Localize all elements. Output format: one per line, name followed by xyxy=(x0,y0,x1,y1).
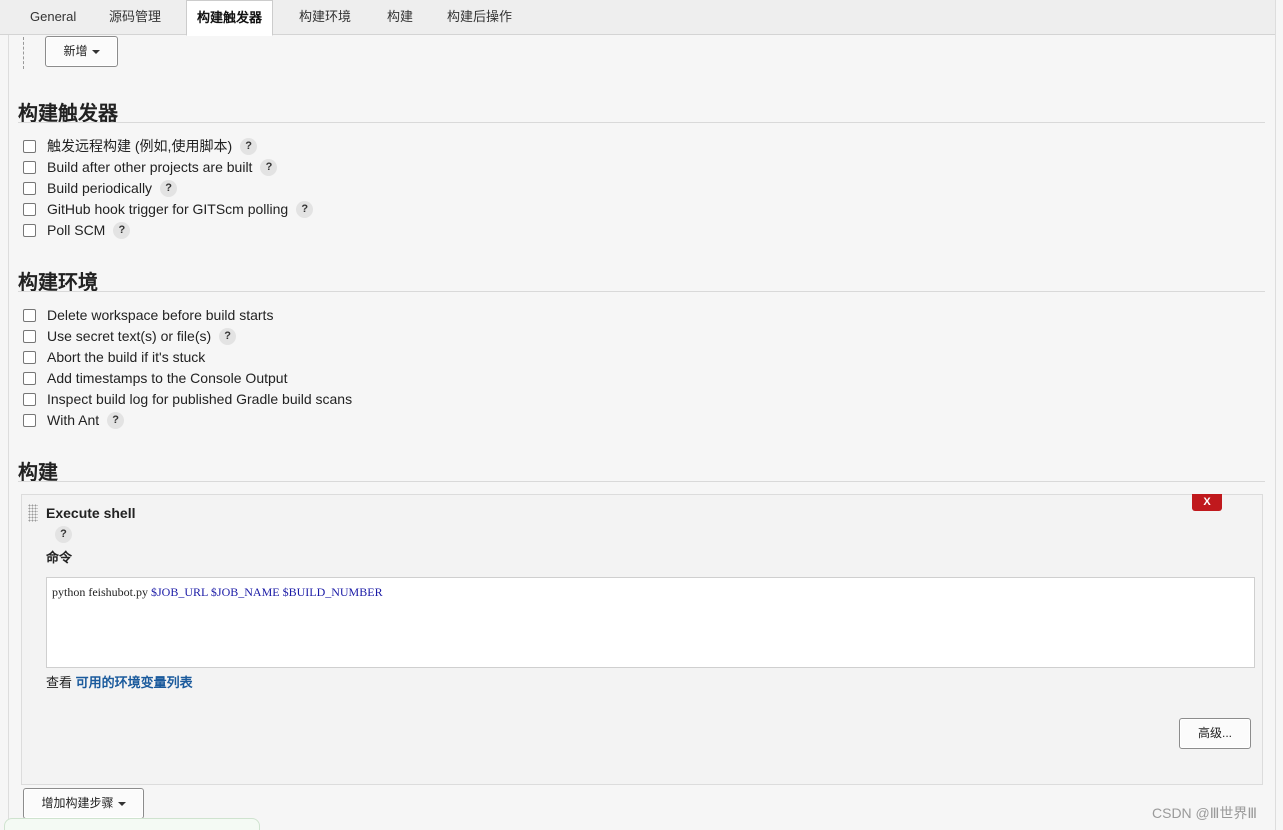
checkbox[interactable] xyxy=(23,181,36,195)
env-vars-prefix: 查看 xyxy=(46,675,76,690)
command-variables: $JOB_URL $JOB_NAME $BUILD_NUMBER xyxy=(151,585,383,599)
env-vars-row: 查看 可用的环境变量列表 xyxy=(46,672,193,691)
dashed-connector xyxy=(23,37,24,69)
section-divider xyxy=(18,291,1265,292)
checkbox[interactable] xyxy=(23,160,36,174)
command-textarea[interactable]: python feishubot.py $JOB_URL $JOB_NAME $… xyxy=(46,577,1255,668)
option-label: GitHub hook trigger for GITScm polling xyxy=(47,201,289,217)
checkbox[interactable] xyxy=(23,223,36,237)
advanced-button[interactable]: 高级... xyxy=(1179,718,1251,749)
chevron-down-icon xyxy=(117,801,126,806)
option-label: Build after other projects are built xyxy=(47,159,253,175)
env-vars-link[interactable]: 可用的环境变量列表 xyxy=(76,675,193,690)
option-label: Delete workspace before build starts xyxy=(47,307,274,323)
add-new-button[interactable]: 新增 xyxy=(45,36,118,67)
option-label: Poll SCM xyxy=(47,222,106,238)
drag-handle-icon[interactable] xyxy=(28,504,38,522)
option-label: Build periodically xyxy=(47,180,153,196)
config-tab-bar: General 源码管理 构建触发器 构建环境 构建 构建后操作 xyxy=(0,0,1275,36)
help-icon[interactable]: ? xyxy=(240,137,258,155)
delete-step-button[interactable]: X xyxy=(1192,494,1222,511)
command-label: 命令 xyxy=(46,550,73,565)
command-text: python feishubot.py xyxy=(52,585,151,599)
help-icon[interactable]: ? xyxy=(107,411,125,429)
watermark: CSDN @Ⅲ世界Ⅲ xyxy=(1152,805,1258,821)
checkbox[interactable] xyxy=(23,139,36,153)
option-with-ant: With Ant ? xyxy=(22,410,125,430)
checkbox[interactable] xyxy=(23,202,36,216)
option-github-hook: GitHub hook trigger for GITScm polling ? xyxy=(22,199,314,219)
frame-right-border xyxy=(1275,0,1276,830)
option-use-secret: Use secret text(s) or file(s) ? xyxy=(22,326,237,346)
help-icon[interactable]: ? xyxy=(219,327,237,345)
checkbox[interactable] xyxy=(23,371,36,385)
chevron-down-icon xyxy=(91,49,100,54)
option-label: Add timestamps to the Console Output xyxy=(47,370,288,386)
bottom-notification-tab xyxy=(4,818,260,830)
option-label: Inspect build log for published Gradle b… xyxy=(47,391,353,407)
checkbox[interactable] xyxy=(23,413,36,427)
option-label: 触发远程构建 (例如,使用脚本) xyxy=(47,138,233,154)
option-abort-stuck: Abort the build if it's stuck xyxy=(22,347,205,367)
checkbox[interactable] xyxy=(23,392,36,406)
help-icon[interactable]: ? xyxy=(113,221,131,239)
checkbox[interactable] xyxy=(23,329,36,343)
help-icon[interactable]: ? xyxy=(160,179,178,197)
option-add-timestamps: Add timestamps to the Console Output xyxy=(22,368,287,388)
add-build-step-button[interactable]: 增加构建步骤 xyxy=(23,788,144,819)
tab-build-triggers[interactable]: 构建触发器 xyxy=(186,0,274,36)
add-build-step-label: 增加构建步骤 xyxy=(41,796,114,810)
tab-build-environment[interactable]: 构建环境 xyxy=(289,0,361,35)
option-label: With Ant xyxy=(47,412,100,428)
add-new-label: 新增 xyxy=(63,44,88,58)
help-icon[interactable]: ? xyxy=(296,200,314,218)
tab-post-build-actions[interactable]: 构建后操作 xyxy=(437,0,522,35)
tab-general[interactable]: General xyxy=(20,0,86,35)
build-step-title: Execute shell xyxy=(46,505,136,521)
option-label: Abort the build if it's stuck xyxy=(47,349,206,365)
option-poll-scm: Poll SCM ? xyxy=(22,220,131,240)
option-trigger-remote: 触发远程构建 (例如,使用脚本) ? xyxy=(22,136,258,156)
section-divider xyxy=(18,122,1265,123)
checkbox[interactable] xyxy=(23,308,36,322)
checkbox[interactable] xyxy=(23,350,36,364)
option-build-after-other: Build after other projects are built ? xyxy=(22,157,278,177)
frame-left-border xyxy=(8,35,9,830)
help-icon[interactable]: ? xyxy=(260,158,278,176)
section-divider xyxy=(18,481,1265,482)
option-gradle-scans: Inspect build log for published Gradle b… xyxy=(22,389,352,409)
help-icon[interactable]: ? xyxy=(55,526,72,543)
option-delete-workspace: Delete workspace before build starts xyxy=(22,305,273,325)
tab-source-management[interactable]: 源码管理 xyxy=(99,0,171,35)
option-build-periodically: Build periodically ? xyxy=(22,178,178,198)
tab-build[interactable]: 构建 xyxy=(377,0,423,35)
option-label: Use secret text(s) or file(s) xyxy=(47,328,212,344)
